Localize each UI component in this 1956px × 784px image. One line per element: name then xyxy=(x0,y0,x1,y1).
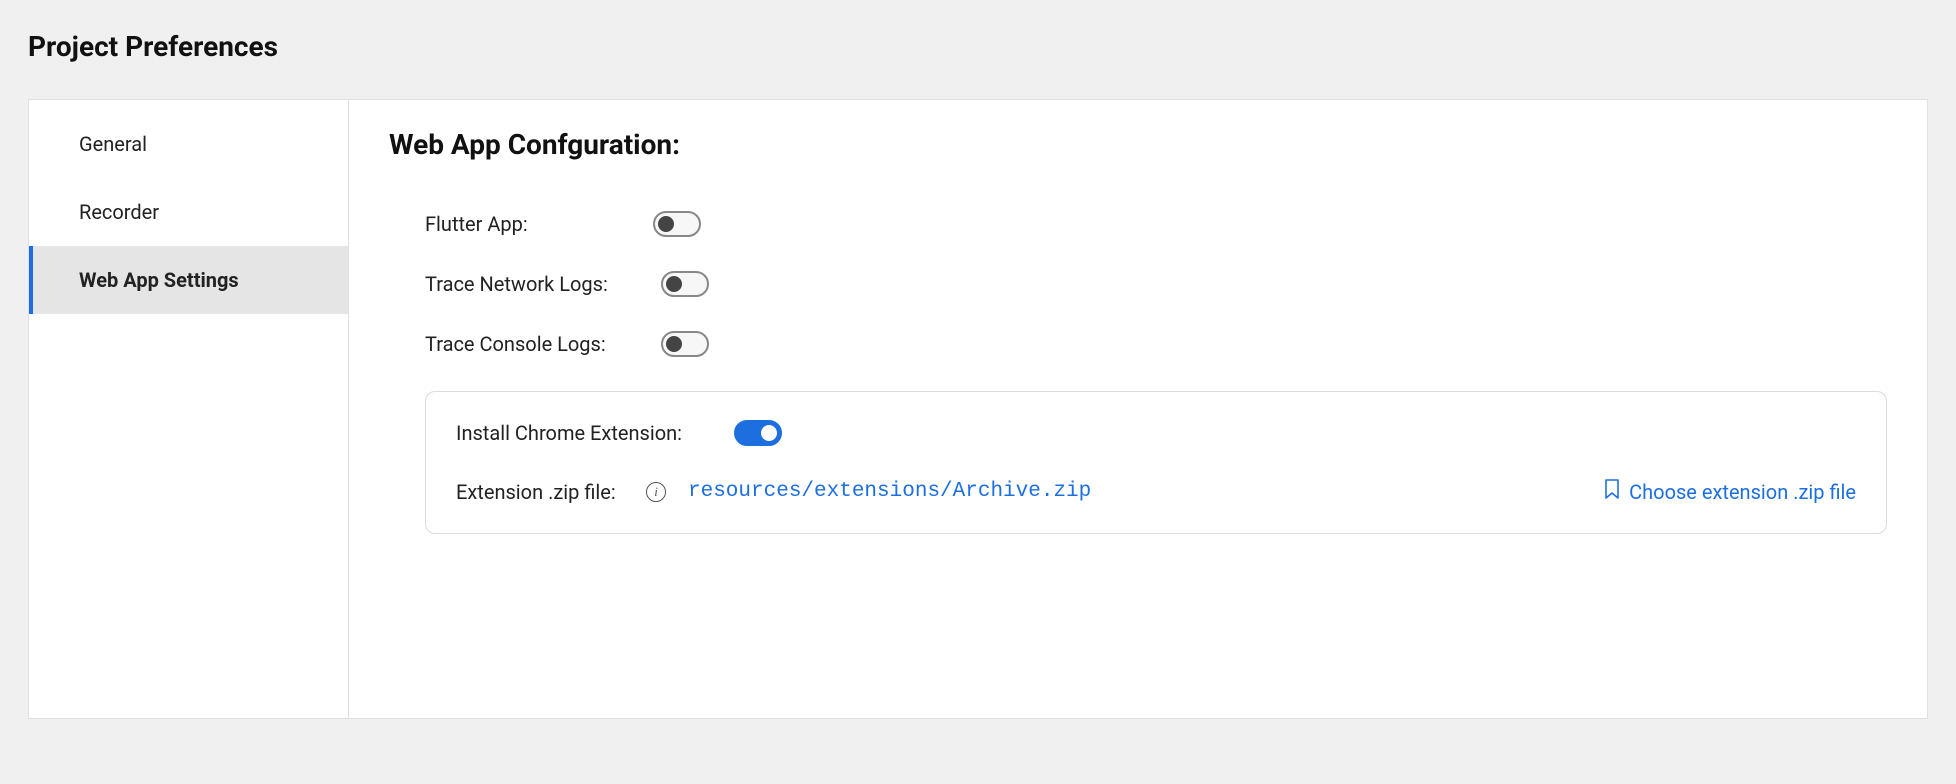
toggle-knob xyxy=(666,276,682,292)
extension-file-path: resources/extensions/Archive.zip xyxy=(688,480,1563,503)
setting-label-trace-network: Trace Network Logs: xyxy=(425,272,625,296)
page-title: Project Preferences xyxy=(28,30,1928,63)
choose-extension-file-button[interactable]: Choose extension .zip file xyxy=(1603,478,1856,505)
sidebar-item-label: Recorder xyxy=(79,200,159,224)
setting-label-extension-file: Extension .zip file: xyxy=(456,480,646,504)
setting-row-trace-console: Trace Console Logs: xyxy=(389,331,1887,357)
sidebar-item-label: General xyxy=(79,132,147,156)
sidebar-item-label: Web App Settings xyxy=(79,268,239,292)
choose-extension-file-label: Choose extension .zip file xyxy=(1629,480,1856,504)
sidebar-item-general[interactable]: General xyxy=(29,110,348,178)
setting-row-install-extension: Install Chrome Extension: xyxy=(456,420,1856,446)
sidebar-item-recorder[interactable]: Recorder xyxy=(29,178,348,246)
setting-row-trace-network: Trace Network Logs: xyxy=(389,271,1887,297)
toggle-trace-console[interactable] xyxy=(661,331,709,357)
extension-box: Install Chrome Extension: Extension .zip… xyxy=(425,391,1887,534)
info-icon[interactable]: i xyxy=(646,482,666,502)
toggle-install-extension[interactable] xyxy=(734,420,782,446)
setting-label-install-extension: Install Chrome Extension: xyxy=(456,421,706,445)
sidebar: General Recorder Web App Settings xyxy=(29,100,349,718)
setting-row-extension-file: Extension .zip file: i resources/extensi… xyxy=(456,478,1856,505)
preferences-panel: General Recorder Web App Settings Web Ap… xyxy=(28,99,1928,719)
setting-row-flutter-app: Flutter App: xyxy=(389,211,1887,237)
toggle-flutter-app[interactable] xyxy=(653,211,701,237)
toggle-knob xyxy=(666,336,682,352)
toggle-knob xyxy=(761,425,777,441)
toggle-knob xyxy=(658,216,674,232)
setting-label-trace-console: Trace Console Logs: xyxy=(425,332,625,356)
setting-label-flutter-app: Flutter App: xyxy=(425,212,625,236)
bookmark-icon xyxy=(1603,478,1621,505)
sidebar-item-web-app-settings[interactable]: Web App Settings xyxy=(29,246,348,314)
content-area: Web App Confguration: Flutter App: Trace… xyxy=(349,100,1927,718)
toggle-trace-network[interactable] xyxy=(661,271,709,297)
section-title: Web App Confguration: xyxy=(389,128,1887,161)
